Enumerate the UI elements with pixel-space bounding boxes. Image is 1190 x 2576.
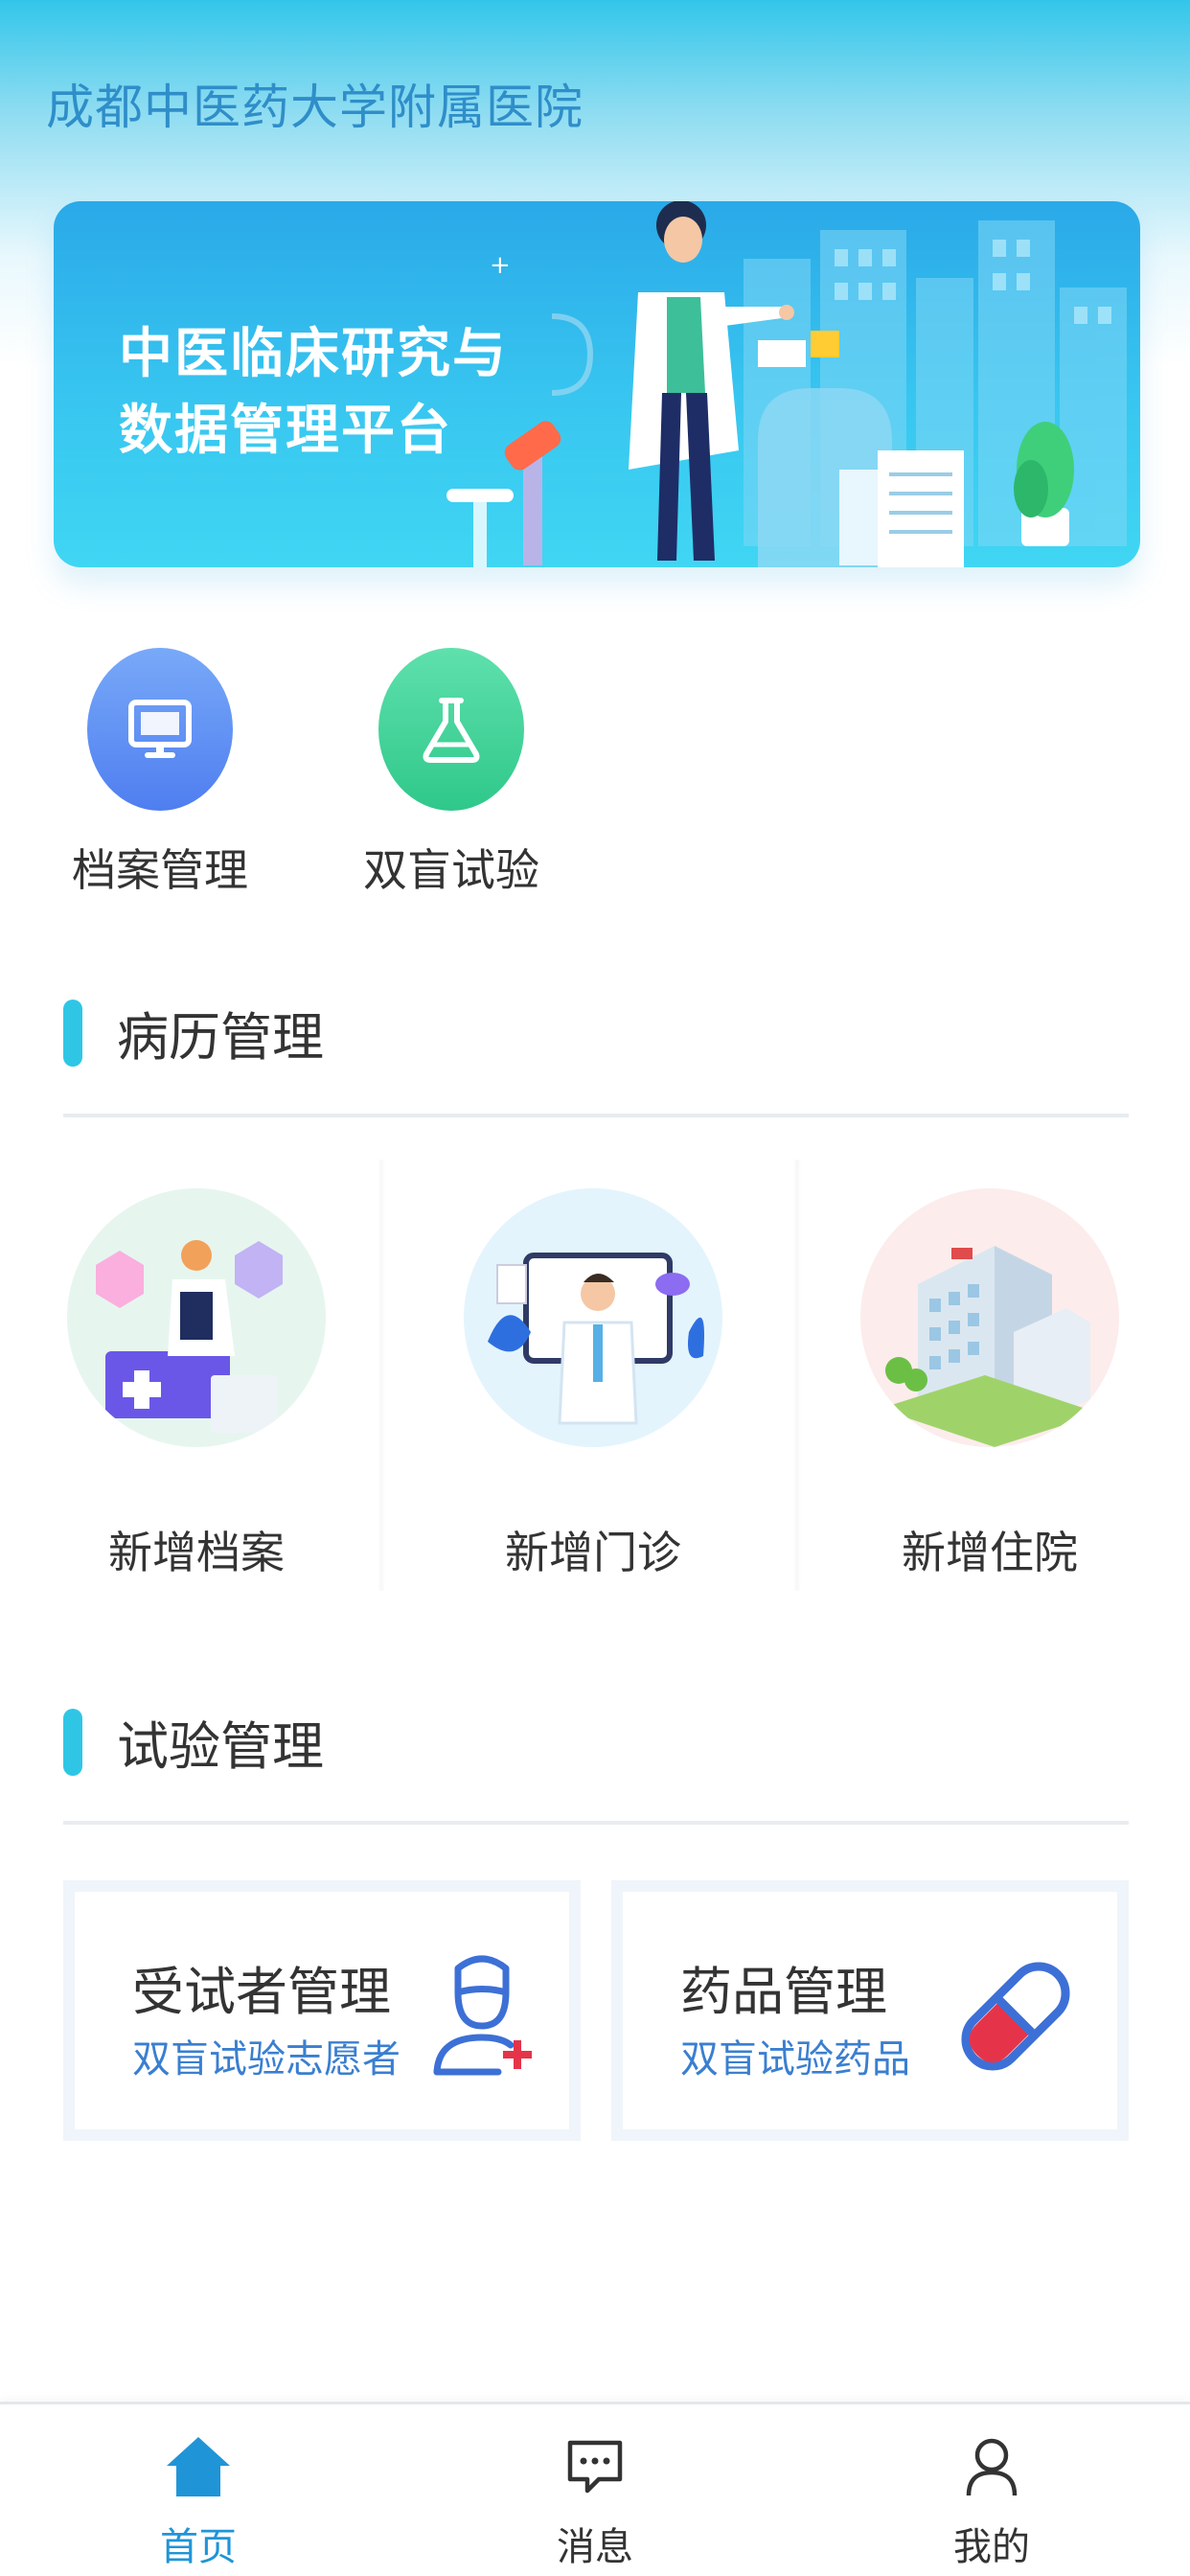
- tab-messages-label: 消息: [557, 2525, 633, 2569]
- hero-banner[interactable]: + 中医临床研究与 数据管理平台: [54, 201, 1140, 567]
- trials-section-header: 试验管理: [63, 1704, 324, 1780]
- subject-management-subtitle: 双盲试验志愿者: [132, 2037, 400, 2082]
- double-blind-trial-label: 双盲试验: [363, 844, 539, 896]
- bottom-tab-bar: 首页 消息 我的: [0, 2402, 1190, 2576]
- flask-icon: [378, 648, 524, 811]
- tab-home[interactable]: 首页: [103, 2433, 294, 2571]
- add-archive-card[interactable]: 新增档案: [0, 1160, 393, 1600]
- double-blind-trial-button[interactable]: 双盲试验: [351, 648, 552, 899]
- trials-divider: [63, 1821, 1129, 1825]
- add-outpatient-card[interactable]: 新增门诊: [397, 1160, 790, 1600]
- svg-text:+: +: [490, 251, 511, 280]
- section-accent-bar: [63, 999, 82, 1067]
- tab-messages[interactable]: 消息: [499, 2433, 691, 2571]
- message-icon: [499, 2433, 691, 2500]
- records-divider: [63, 1114, 1129, 1117]
- section-accent-bar: [63, 1708, 82, 1776]
- user-icon: [896, 2433, 1087, 2500]
- add-inpatient-label: 新增住院: [902, 1527, 1078, 1578]
- records-section-title: 病历管理: [117, 1007, 324, 1068]
- outpatient-doctor-illustration: [464, 1188, 722, 1447]
- trials-section-title: 试验管理: [117, 1716, 324, 1777]
- subject-management-title: 受试者管理: [132, 1962, 391, 2022]
- add-archive-label: 新增档案: [108, 1527, 285, 1578]
- drug-management-title: 药品管理: [680, 1962, 887, 2022]
- drug-management-subtitle: 双盲试验药品: [680, 2037, 910, 2082]
- archive-management-label: 档案管理: [72, 844, 248, 896]
- archive-management-button[interactable]: 档案管理: [59, 648, 261, 899]
- add-inpatient-card[interactable]: 新增住院: [793, 1160, 1186, 1600]
- add-record-illustration: [67, 1188, 326, 1447]
- banner-title: 中医临床研究与 数据管理平台: [119, 316, 508, 470]
- banner-title-line2: 数据管理平台: [119, 400, 452, 462]
- tab-home-label: 首页: [160, 2525, 237, 2569]
- subject-management-card[interactable]: 受试者管理 双盲试验志愿者: [63, 1880, 581, 2141]
- drug-management-card[interactable]: 药品管理 双盲试验药品: [611, 1880, 1129, 2141]
- add-outpatient-label: 新增门诊: [505, 1527, 681, 1578]
- home-icon: [103, 2433, 294, 2500]
- record-separator: [378, 1160, 385, 1591]
- tab-profile[interactable]: 我的: [896, 2433, 1087, 2571]
- pill-icon: [961, 1962, 1070, 2071]
- hospital-building-illustration: [860, 1188, 1119, 1447]
- records-section-header: 病历管理: [63, 995, 324, 1070]
- add-person-icon: [433, 1955, 532, 2076]
- monitor-icon: [87, 648, 233, 811]
- banner-title-line1: 中医临床研究与: [119, 323, 508, 385]
- tab-profile-label: 我的: [953, 2525, 1030, 2569]
- hospital-name: 成都中医药大学附属医院: [46, 80, 584, 135]
